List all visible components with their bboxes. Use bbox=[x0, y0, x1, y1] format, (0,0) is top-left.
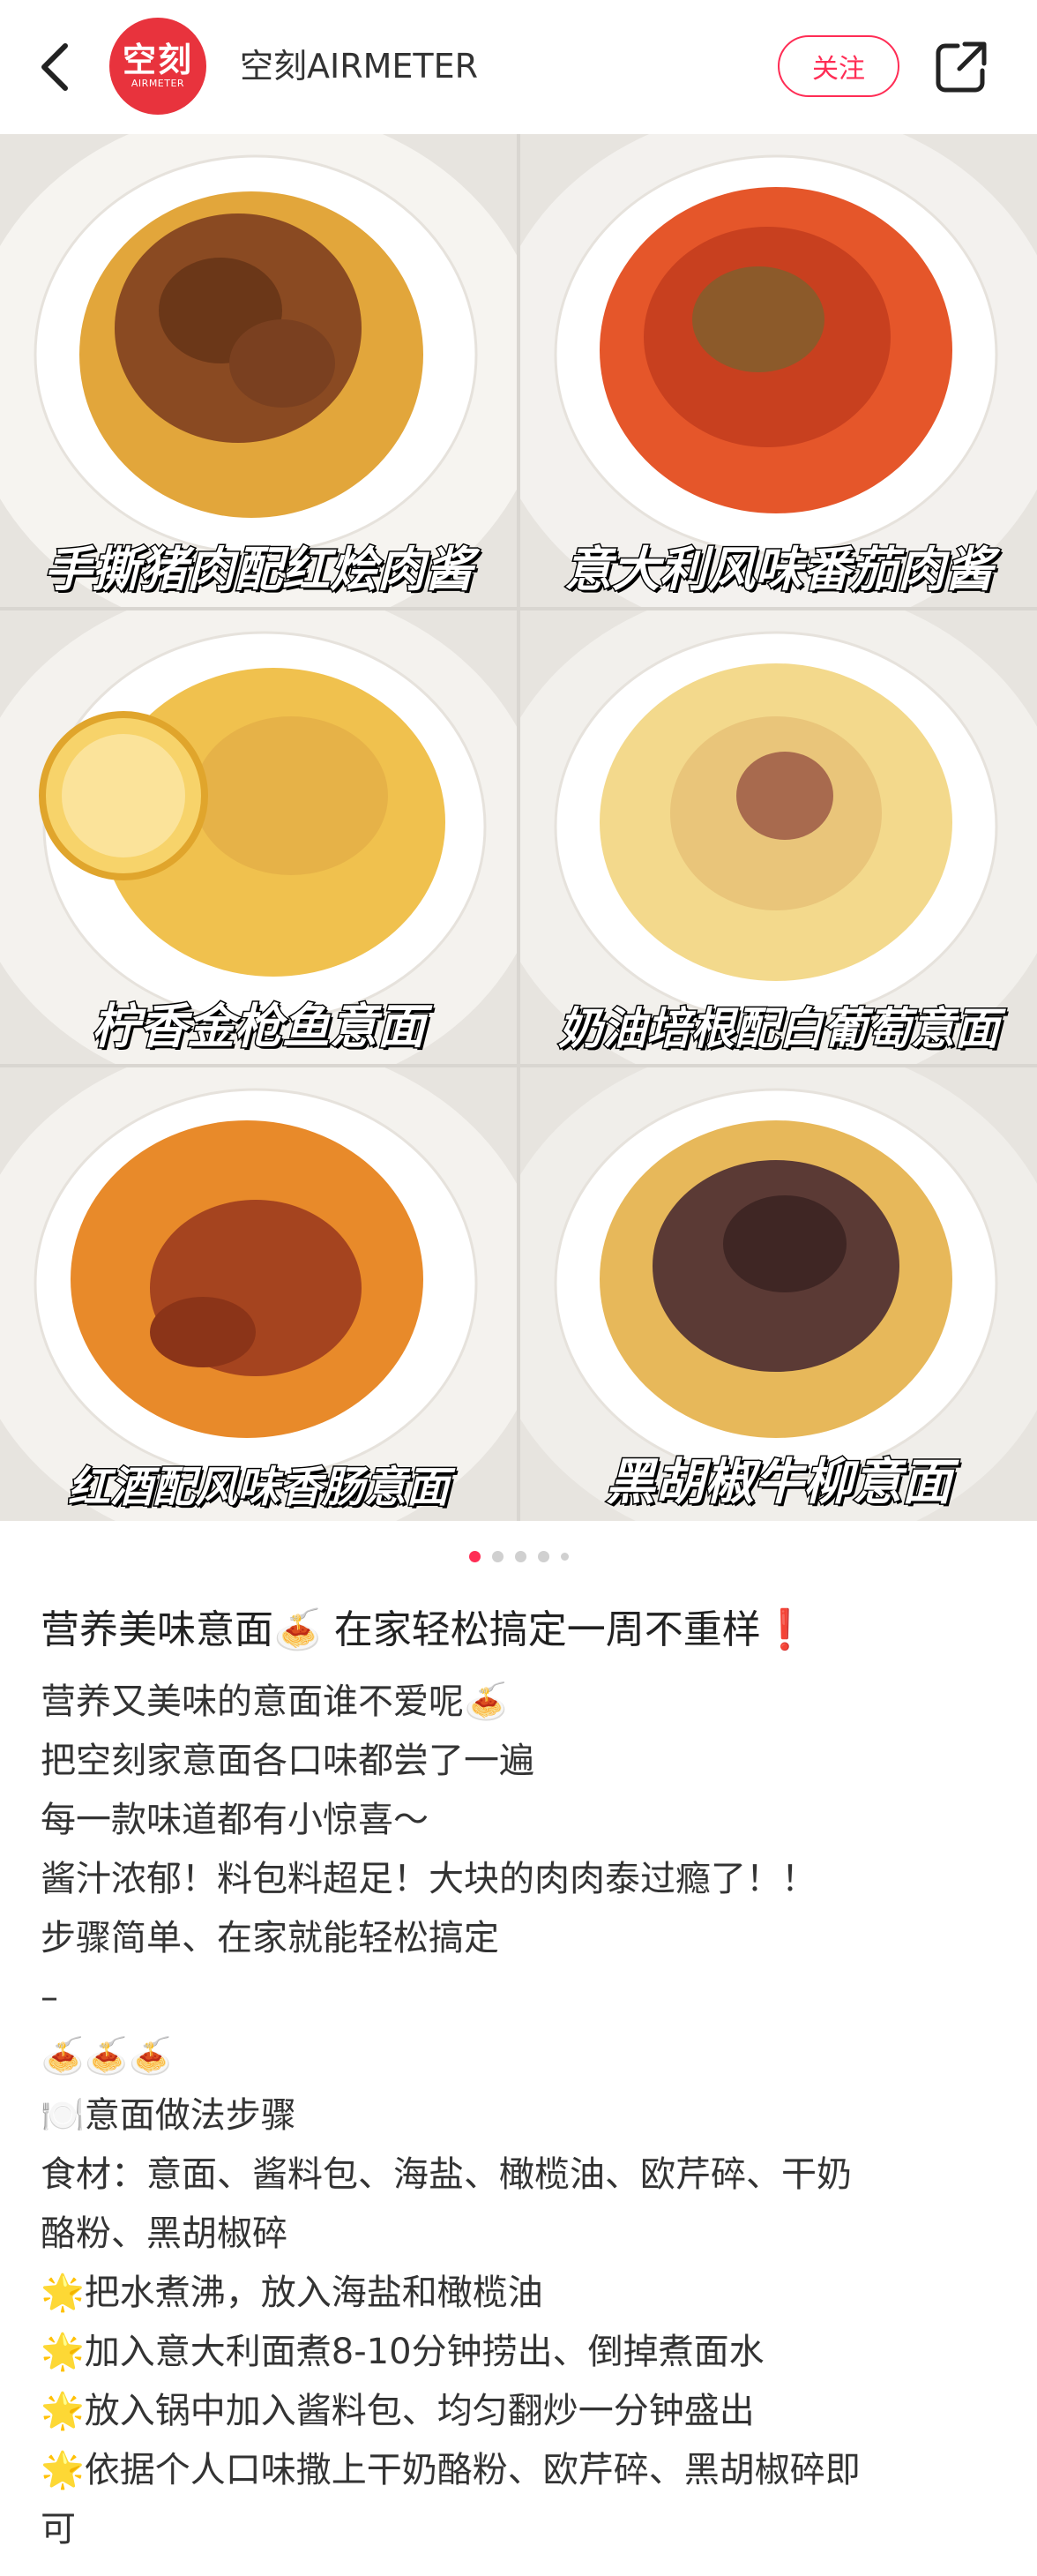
photo-caption: 柠香金枪鱼意面 bbox=[91, 998, 427, 1056]
post-body: 营养又美味的意面谁不爱呢🍝 把空刻家意面各口味都尝了一遍 每一款味道都有小惊喜～… bbox=[41, 1673, 1002, 2559]
top-bar: 空刻 AIRMETER 空刻AIRMETER 关注 bbox=[0, 0, 1037, 134]
body-line: 🍽️意面做法步骤 bbox=[41, 2095, 296, 2136]
pasta-photo-5: 红酒配风味香肠意面 bbox=[0, 1067, 517, 1521]
post-title: 营养美味意面🍝 在家轻松搞定一周不重样❗ bbox=[41, 1607, 809, 1652]
carousel-indicator bbox=[0, 1549, 1037, 1563]
photo-caption: 意大利风味番茄肉酱 bbox=[563, 541, 995, 599]
chevron-left-icon bbox=[41, 43, 68, 91]
body-line: 🌟放入锅中加入酱料包、均匀翻炒一分钟盛出 bbox=[41, 2391, 755, 2431]
post-content: 营养美味意面🍝 在家轻松搞定一周不重样❗ 营养又美味的意面谁不爱呢🍝 把空刻家意… bbox=[41, 1588, 1002, 2559]
avatar-logo-subtext: AIRMETER bbox=[131, 78, 185, 89]
body-line: 可 bbox=[41, 2509, 76, 2550]
body-line: 🌟加入意大利面煮8-10分钟捞出、倒掉煮面水 bbox=[41, 2332, 765, 2372]
body-line: 把空刻家意面各口味都尝了一遍 bbox=[41, 1741, 534, 1781]
body-line: 食材：意面、酱料包、海盐、橄榄油、欧芹碎、干奶 bbox=[41, 2154, 852, 2195]
body-line: 🌟把水煮沸，放入海盐和橄榄油 bbox=[41, 2273, 543, 2313]
body-line: 🍝🍝🍝 bbox=[41, 2036, 173, 2077]
photo-caption: 奶油培根配白葡萄意面 bbox=[557, 1002, 1001, 1056]
image-carousel[interactable]: 手撕猪肉配红烩肉酱 意大利风味番茄肉酱 柠香金枪鱼意面 奶油培根配白葡萄意面 红… bbox=[0, 134, 1037, 1521]
pasta-photo-6: 黑胡椒牛柳意面 bbox=[520, 1067, 1037, 1521]
pasta-photo-4: 奶油培根配白葡萄意面 bbox=[520, 610, 1037, 1064]
body-line: 每一款味道都有小惊喜～ bbox=[41, 1800, 429, 1840]
carousel-dot[interactable] bbox=[537, 1550, 549, 1562]
carousel-dot[interactable] bbox=[514, 1550, 526, 1562]
carousel-dot[interactable] bbox=[560, 1552, 569, 1561]
avatar-logo-text: 空刻 bbox=[122, 41, 193, 79]
pasta-photo-3: 柠香金枪鱼意面 bbox=[0, 610, 517, 1064]
body-line: – bbox=[41, 1977, 58, 2018]
pasta-photo-2: 意大利风味番茄肉酱 bbox=[520, 134, 1037, 607]
author-avatar[interactable]: 空刻 AIRMETER bbox=[109, 18, 206, 115]
body-line: 酪粉、黑胡椒碎 bbox=[41, 2213, 287, 2254]
carousel-dot-active[interactable] bbox=[468, 1550, 481, 1562]
carousel-dot[interactable] bbox=[491, 1550, 504, 1562]
photo-caption: 红酒配风味香肠意面 bbox=[66, 1462, 450, 1514]
share-icon bbox=[936, 41, 987, 93]
author-name[interactable]: 空刻AIRMETER bbox=[240, 42, 478, 90]
photo-caption: 手撕猪肉配红烩肉酱 bbox=[43, 541, 474, 599]
share-button[interactable] bbox=[933, 39, 989, 95]
body-line: 酱汁浓郁！料包料超足！大块的肉肉泰过瘾了！！ bbox=[41, 1859, 817, 1899]
pasta-photo-1: 手撕猪肉配红烩肉酱 bbox=[0, 134, 517, 607]
body-line: 步骤简单、在家就能轻松搞定 bbox=[41, 1918, 499, 1958]
body-line: 营养又美味的意面谁不爱呢🍝 bbox=[41, 1681, 508, 1722]
body-line: 🌟依据个人口味撒上干奶酪粉、欧芹碎、黑胡椒碎即 bbox=[41, 2450, 861, 2490]
photo-caption: 黑胡椒牛柳意面 bbox=[605, 1453, 953, 1513]
follow-button[interactable]: 关注 bbox=[778, 35, 899, 97]
back-button[interactable] bbox=[32, 39, 81, 95]
